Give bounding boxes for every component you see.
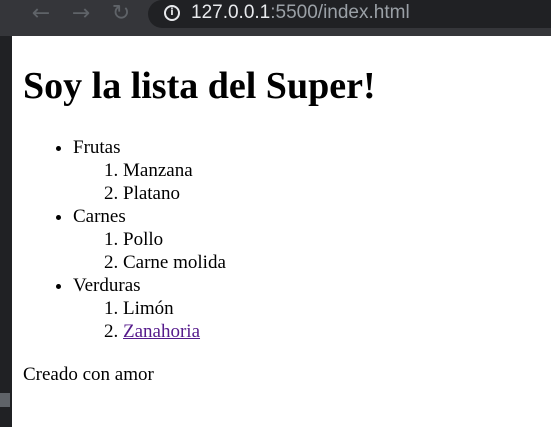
item-label: Carne molida xyxy=(123,252,226,273)
item-label: Manzana xyxy=(123,160,193,181)
meat-items: Pollo Carne molida xyxy=(73,228,226,274)
left-window-edge xyxy=(0,36,12,427)
zanahoria-link[interactable]: Zanahoria xyxy=(123,321,200,342)
url-text[interactable]: 127.0.0.1:5500/index.html xyxy=(191,1,410,25)
page-content: Soy la lista del Super! Frutas Manzana P… xyxy=(12,36,551,427)
category-label: Frutas xyxy=(73,137,121,158)
category-label: Verduras xyxy=(73,275,141,296)
category-vegetables: Verduras Limón Zanahoria xyxy=(73,274,226,343)
list-item: Carne molida xyxy=(123,251,226,274)
list-item: Limón xyxy=(123,297,226,320)
list-item: Platano xyxy=(123,182,226,205)
list-item: Zanahoria xyxy=(123,320,226,343)
forward-arrow-icon[interactable]: → xyxy=(68,2,94,26)
url-path: :5500/index.html xyxy=(270,2,410,23)
item-label: Pollo xyxy=(123,229,164,250)
page-title: Soy la lista del Super! xyxy=(23,65,376,107)
item-label: Platano xyxy=(123,183,180,204)
item-label: Limón xyxy=(123,298,174,319)
url-host: 127.0.0.1 xyxy=(191,2,271,23)
vegetable-items: Limón Zanahoria xyxy=(73,297,226,343)
fruit-items: Manzana Platano xyxy=(73,159,226,205)
reload-icon[interactable]: ↻ xyxy=(108,2,134,26)
list-item: Manzana xyxy=(123,159,226,182)
list-item: Pollo xyxy=(123,228,226,251)
info-icon[interactable]: i xyxy=(164,5,180,21)
browser-toolbar: ← → ↻ i 127.0.0.1:5500/index.html xyxy=(0,0,551,36)
address-bar[interactable]: i 127.0.0.1:5500/index.html xyxy=(148,0,551,28)
shopping-list: Frutas Manzana Platano Carnes Pollo Carn… xyxy=(23,136,226,343)
category-label: Carnes xyxy=(73,206,126,227)
back-arrow-icon[interactable]: ← xyxy=(28,2,54,26)
category-fruits: Frutas Manzana Platano xyxy=(73,136,226,205)
category-meats: Carnes Pollo Carne molida xyxy=(73,205,226,274)
footer-text: Creado con amor xyxy=(23,364,154,385)
left-edge-marker xyxy=(0,393,10,407)
